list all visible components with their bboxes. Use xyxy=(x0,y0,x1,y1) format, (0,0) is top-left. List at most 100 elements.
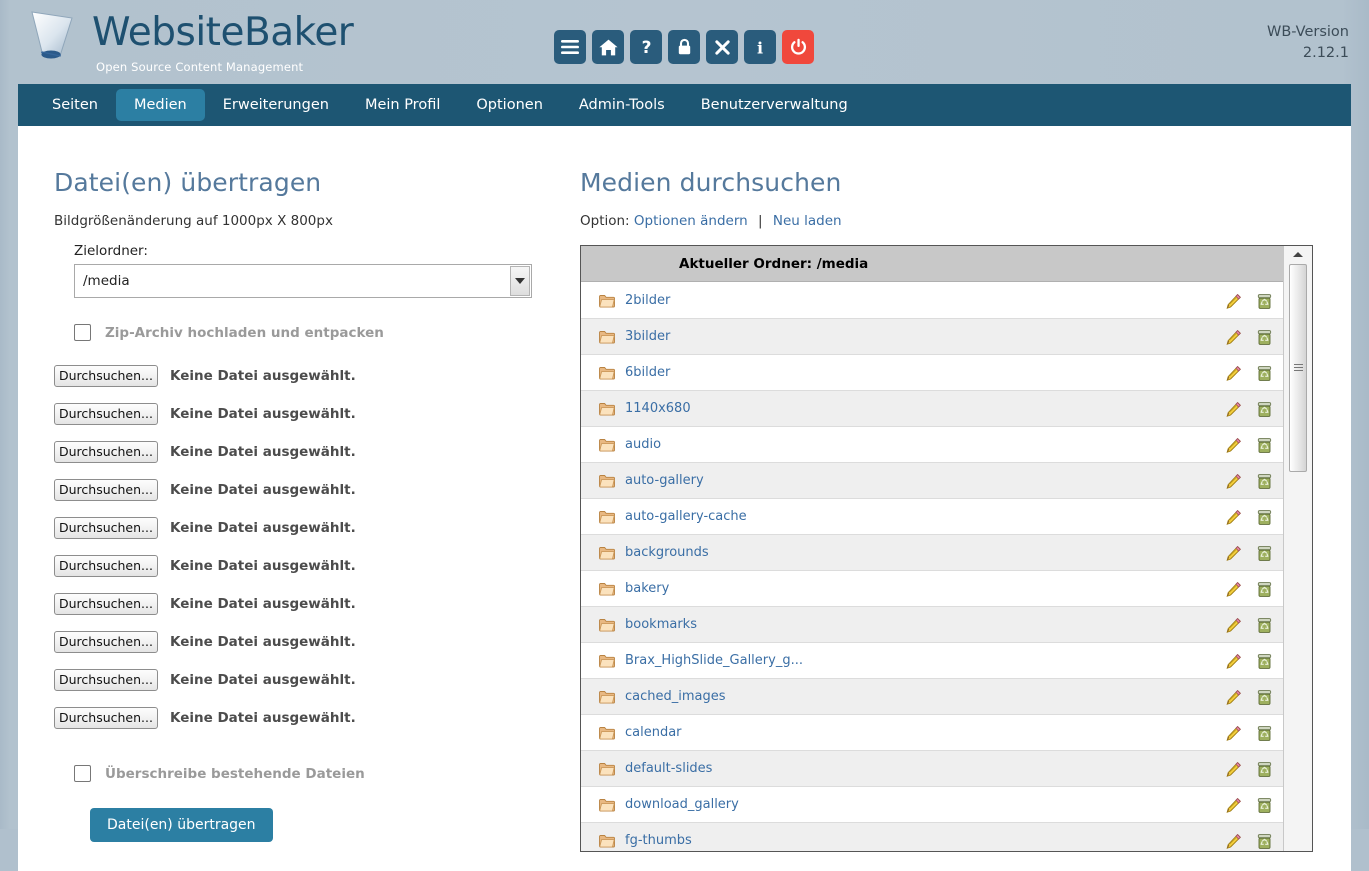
pencil-edit-icon[interactable] xyxy=(1225,653,1242,670)
recycle-bin-delete-icon[interactable] xyxy=(1256,581,1273,598)
close-icon[interactable] xyxy=(706,30,738,64)
browse-button[interactable]: Durchsuchen... xyxy=(54,479,158,501)
folder-name-link[interactable]: calendar xyxy=(625,725,682,740)
folder-name-link[interactable]: Brax_HighSlide_Gallery_g... xyxy=(625,653,803,668)
browse-button[interactable]: Durchsuchen... xyxy=(54,555,158,577)
brand-logo[interactable]: WebsiteBaker Open Source Content Managem… xyxy=(18,2,354,82)
pencil-edit-icon[interactable] xyxy=(1225,725,1242,742)
menu-icon[interactable] xyxy=(554,30,586,64)
upload-submit-button[interactable]: Datei(en) übertragen xyxy=(90,808,273,842)
recycle-bin-delete-icon[interactable] xyxy=(1256,509,1273,526)
power-icon[interactable] xyxy=(782,30,814,64)
folder-row[interactable]: 6bilder xyxy=(581,355,1283,391)
recycle-bin-delete-icon[interactable] xyxy=(1256,653,1273,670)
recycle-bin-delete-icon[interactable] xyxy=(1256,689,1273,706)
help-icon[interactable]: ? xyxy=(630,30,662,64)
recycle-bin-delete-icon[interactable] xyxy=(1256,329,1273,346)
nav-item-seiten[interactable]: Seiten xyxy=(34,89,116,121)
chevron-down-icon[interactable] xyxy=(510,266,530,296)
recycle-bin-delete-icon[interactable] xyxy=(1256,761,1273,778)
folder-row[interactable]: 3bilder xyxy=(581,319,1283,355)
recycle-bin-delete-icon[interactable] xyxy=(1256,545,1273,562)
info-icon[interactable]: i xyxy=(744,30,776,64)
pencil-edit-icon[interactable] xyxy=(1225,797,1242,814)
folder-name-link[interactable]: download_gallery xyxy=(625,797,739,812)
folder-row[interactable]: download_gallery xyxy=(581,787,1283,823)
folder-name-link[interactable]: 2bilder xyxy=(625,293,670,308)
folder-row[interactable]: 1140x680 xyxy=(581,391,1283,427)
folder-name-link[interactable]: 3bilder xyxy=(625,329,670,344)
folder-row[interactable]: default-slides xyxy=(581,751,1283,787)
folder-name-link[interactable]: 1140x680 xyxy=(625,401,691,416)
folder-row[interactable]: backgrounds xyxy=(581,535,1283,571)
folder-row[interactable]: auto-gallery xyxy=(581,463,1283,499)
pencil-edit-icon[interactable] xyxy=(1225,437,1242,454)
recycle-bin-delete-icon[interactable] xyxy=(1256,365,1273,382)
folder-row[interactable]: bakery xyxy=(581,571,1283,607)
browse-button[interactable]: Durchsuchen... xyxy=(54,669,158,691)
pencil-edit-icon[interactable] xyxy=(1225,293,1242,310)
pencil-edit-icon[interactable] xyxy=(1225,365,1242,382)
recycle-bin-delete-icon[interactable] xyxy=(1256,833,1273,850)
recycle-bin-delete-icon[interactable] xyxy=(1256,797,1273,814)
nav-item-admin-tools[interactable]: Admin-Tools xyxy=(561,89,683,121)
folder-name-link[interactable]: backgrounds xyxy=(625,545,709,560)
recycle-bin-delete-icon[interactable] xyxy=(1256,725,1273,742)
folder-name-link[interactable]: bakery xyxy=(625,581,669,596)
folder-row[interactable]: Brax_HighSlide_Gallery_g... xyxy=(581,643,1283,679)
recycle-bin-delete-icon[interactable] xyxy=(1256,293,1273,310)
lock-icon[interactable] xyxy=(668,30,700,64)
folder-row[interactable]: bookmarks xyxy=(581,607,1283,643)
folder-row[interactable]: 2bilder xyxy=(581,283,1283,319)
folder-name-link[interactable]: fg-thumbs xyxy=(625,833,692,848)
pencil-edit-icon[interactable] xyxy=(1225,581,1242,598)
folder-row[interactable]: fg-thumbs xyxy=(581,823,1283,851)
recycle-bin-delete-icon[interactable] xyxy=(1256,401,1273,418)
recycle-bin-delete-icon[interactable] xyxy=(1256,437,1273,454)
pencil-edit-icon[interactable] xyxy=(1225,689,1242,706)
folder-row[interactable]: auto-gallery-cache xyxy=(581,499,1283,535)
browse-button[interactable]: Durchsuchen... xyxy=(54,593,158,615)
folder-name-link[interactable]: audio xyxy=(625,437,661,452)
folder-name-link[interactable]: 6bilder xyxy=(625,365,670,380)
recycle-bin-delete-icon[interactable] xyxy=(1256,473,1273,490)
nav-item-benutzerverwaltung[interactable]: Benutzerverwaltung xyxy=(683,89,866,121)
nav-item-erweiterungen[interactable]: Erweiterungen xyxy=(205,89,347,121)
change-options-link[interactable]: Optionen ändern xyxy=(634,213,748,229)
pencil-edit-icon[interactable] xyxy=(1225,761,1242,778)
zip-upload-checkbox[interactable] xyxy=(74,324,91,341)
pencil-edit-icon[interactable] xyxy=(1225,617,1242,634)
pencil-edit-icon[interactable] xyxy=(1225,473,1242,490)
pencil-edit-icon[interactable] xyxy=(1225,509,1242,526)
browse-button[interactable]: Durchsuchen... xyxy=(54,631,158,653)
folder-name-link[interactable]: bookmarks xyxy=(625,617,697,632)
pencil-edit-icon[interactable] xyxy=(1225,833,1242,850)
nav-item-optionen[interactable]: Optionen xyxy=(458,89,561,121)
media-list-scrollbar[interactable] xyxy=(1283,246,1312,851)
browse-button[interactable]: Durchsuchen... xyxy=(54,441,158,463)
file-input-list: Durchsuchen... Keine Datei ausgewählt. Dur… xyxy=(54,357,554,737)
browse-button[interactable]: Durchsuchen... xyxy=(54,707,158,729)
pencil-edit-icon[interactable] xyxy=(1225,401,1242,418)
nav-item-mein-profil[interactable]: Mein Profil xyxy=(347,89,458,121)
scrollbar-thumb[interactable] xyxy=(1289,264,1307,472)
browse-button[interactable]: Durchsuchen... xyxy=(54,403,158,425)
folder-row[interactable]: calendar xyxy=(581,715,1283,751)
pencil-edit-icon[interactable] xyxy=(1225,329,1242,346)
folder-name-link[interactable]: cached_images xyxy=(625,689,726,704)
recycle-bin-delete-icon[interactable] xyxy=(1256,617,1273,634)
folder-name-link[interactable]: auto-gallery xyxy=(625,473,704,488)
overwrite-checkbox[interactable] xyxy=(74,765,91,782)
nav-item-medien[interactable]: Medien xyxy=(115,89,205,121)
folder-name-link[interactable]: default-slides xyxy=(625,761,712,776)
target-folder-select[interactable]: /media xyxy=(74,264,532,298)
pencil-edit-icon[interactable] xyxy=(1225,545,1242,562)
folder-row[interactable]: cached_images xyxy=(581,679,1283,715)
scroll-up-icon[interactable] xyxy=(1284,246,1312,263)
reload-link[interactable]: Neu laden xyxy=(773,213,842,229)
browse-button[interactable]: Durchsuchen... xyxy=(54,365,158,387)
folder-row[interactable]: audio xyxy=(581,427,1283,463)
folder-name-link[interactable]: auto-gallery-cache xyxy=(625,509,747,524)
home-icon[interactable] xyxy=(592,30,624,64)
browse-button[interactable]: Durchsuchen... xyxy=(54,517,158,539)
